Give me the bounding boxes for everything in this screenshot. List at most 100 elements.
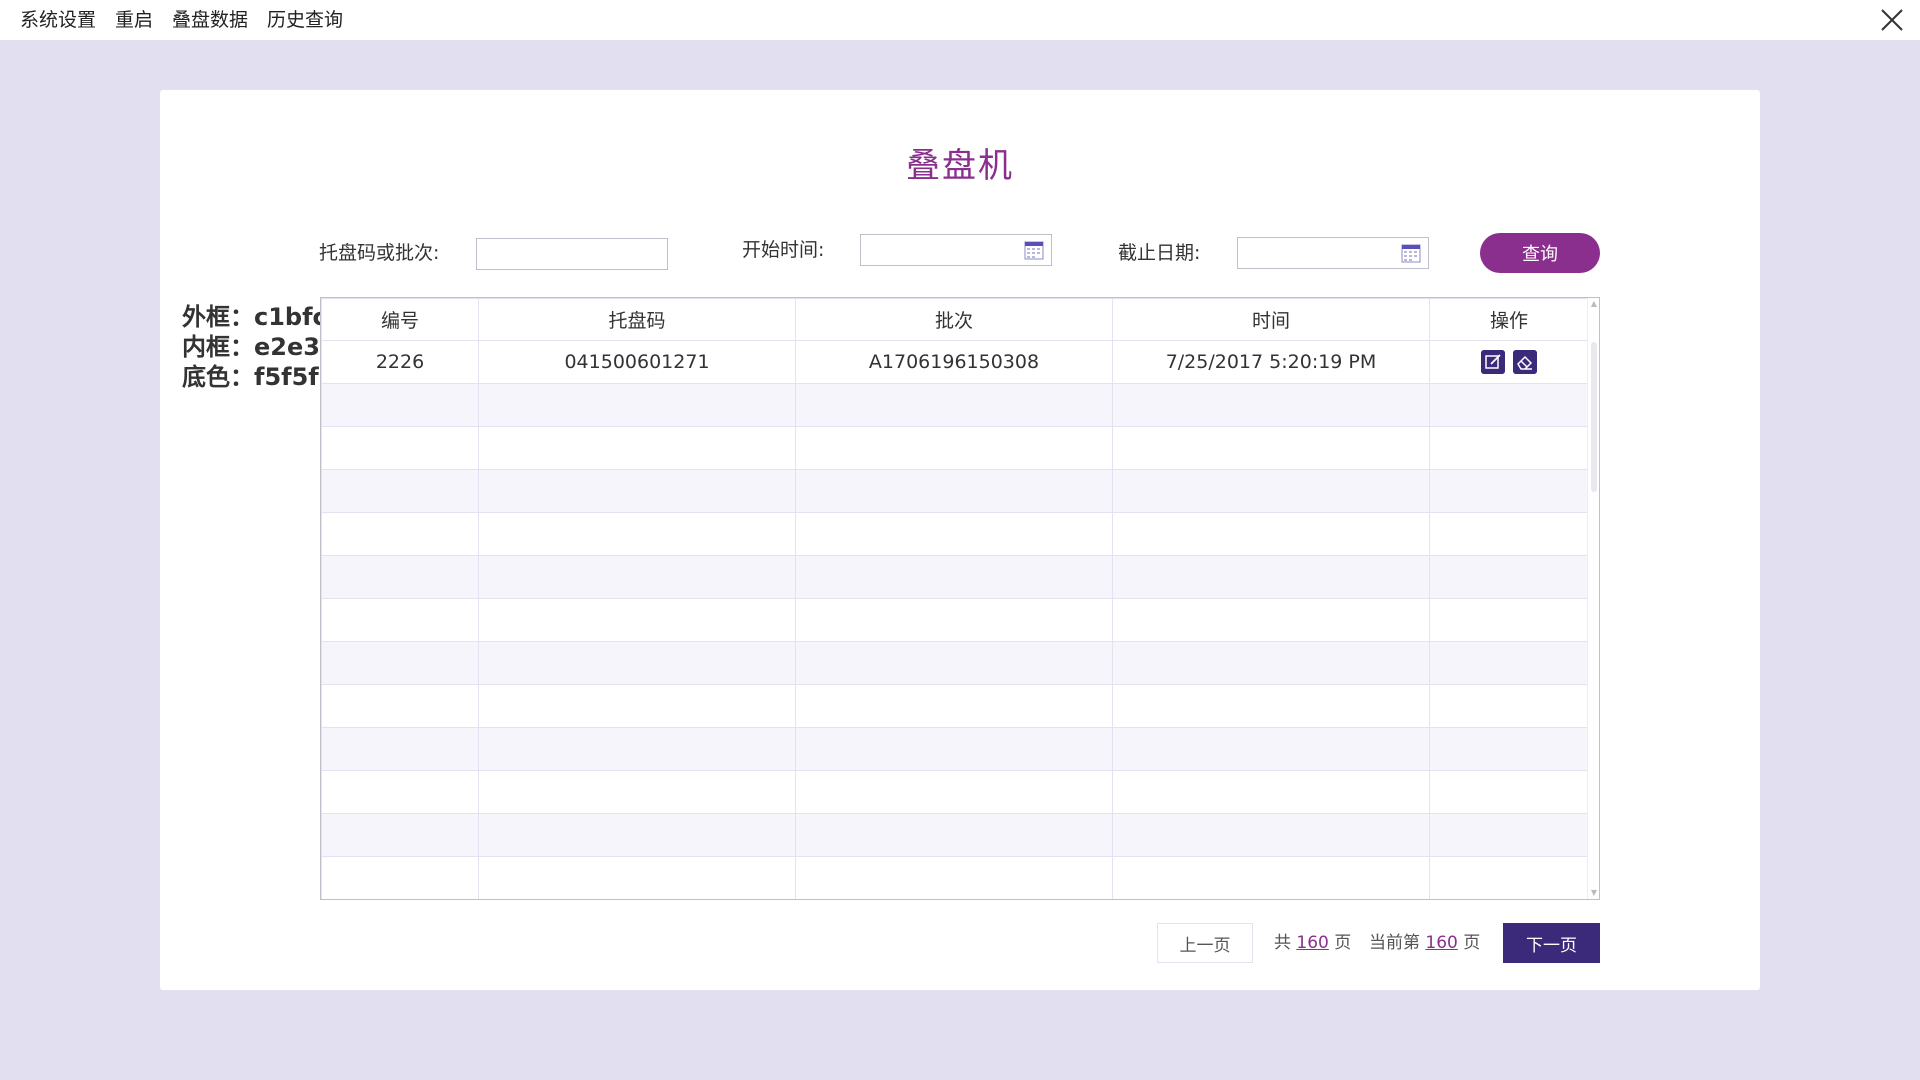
scroll-thumb[interactable]: [1591, 342, 1597, 492]
current-page-text: 当前第 160 页: [1369, 923, 1480, 963]
column-header-id[interactable]: 编号: [321, 298, 479, 341]
empty-cell: [321, 469, 479, 513]
table-header-row: 编号 托盘码 批次 时间 操作: [321, 298, 1589, 341]
empty-cell: [1112, 383, 1430, 427]
empty-cell: [321, 426, 479, 470]
table-row: [321, 426, 1589, 470]
calendar-icon[interactable]: [1024, 240, 1044, 260]
empty-cell: [1112, 770, 1430, 814]
total-suffix: 页: [1334, 933, 1352, 953]
table-row: [321, 383, 1589, 427]
empty-cell: [321, 727, 479, 771]
empty-cell: [478, 727, 796, 771]
empty-cell: [478, 598, 796, 642]
empty-cell: [795, 426, 1113, 470]
empty-cell: [321, 555, 479, 599]
table-row: [321, 469, 1589, 513]
next-page-button[interactable]: 下一页: [1503, 923, 1600, 963]
table-row: [321, 684, 1589, 728]
empty-cell: [321, 383, 479, 427]
query-button[interactable]: 查询: [1480, 233, 1600, 273]
pallet-or-batch-input[interactable]: [476, 238, 668, 270]
empty-cell: [795, 856, 1113, 899]
end-date-label: 截止日期:: [1118, 242, 1201, 264]
empty-cell: [321, 512, 479, 556]
table-row: [321, 856, 1589, 899]
empty-cell: [1429, 684, 1589, 728]
empty-cell: [795, 813, 1113, 857]
table-scrollbar[interactable]: ▲ ▼: [1587, 298, 1599, 899]
edit-icon[interactable]: [1481, 350, 1505, 374]
empty-cell: [1112, 512, 1430, 556]
current-prefix: 当前第: [1369, 933, 1420, 953]
empty-cell: [478, 555, 796, 599]
empty-cell: [795, 727, 1113, 771]
prev-page-button[interactable]: 上一页: [1157, 923, 1253, 963]
table-row: [321, 598, 1589, 642]
empty-cell: [1429, 813, 1589, 857]
menu-item-history-query[interactable]: 历史查询: [267, 0, 343, 40]
menu-item-stack-data[interactable]: 叠盘数据: [172, 0, 248, 40]
empty-cell: [1112, 426, 1430, 470]
cell-time: 7/25/2017 5:20:19 PM: [1112, 340, 1430, 384]
empty-cell: [1112, 598, 1430, 642]
column-header-batch[interactable]: 批次: [795, 298, 1113, 341]
total-pages-value[interactable]: 160: [1296, 933, 1328, 953]
eraser-icon[interactable]: [1513, 350, 1537, 374]
empty-cell: [478, 426, 796, 470]
cell-id: 2226: [321, 340, 479, 384]
data-table-container: 编号 托盘码 批次 时间 操作 2226 041500601271 A17061…: [320, 297, 1600, 900]
menu-bar: 系统设置 重启 叠盘数据 历史查询: [0, 0, 1920, 40]
empty-cell: [795, 598, 1113, 642]
table-row: [321, 813, 1589, 857]
empty-cell: [1429, 641, 1589, 685]
empty-cell: [1429, 383, 1589, 427]
column-header-time[interactable]: 时间: [1112, 298, 1430, 341]
table-row: [321, 641, 1589, 685]
empty-cell: [1429, 426, 1589, 470]
cell-batch: A1706196150308: [795, 340, 1113, 384]
current-suffix: 页: [1463, 933, 1481, 953]
empty-cell: [795, 770, 1113, 814]
empty-cell: [795, 383, 1113, 427]
empty-cell: [795, 684, 1113, 728]
menu-item-restart[interactable]: 重启: [115, 0, 153, 40]
total-pages-text: 共 160 页: [1274, 923, 1351, 963]
empty-cell: [1429, 512, 1589, 556]
empty-cell: [1112, 641, 1430, 685]
table-row: [321, 727, 1589, 771]
empty-cell: [321, 770, 479, 814]
empty-cell: [1112, 555, 1430, 599]
empty-cell: [321, 598, 479, 642]
scroll-up-icon[interactable]: ▲: [1590, 300, 1598, 308]
main-panel: 叠盘机 托盘码或批次: 开始时间: 截止日期: 查询 外框：c1bfca 内框：…: [160, 90, 1760, 990]
empty-cell: [1112, 856, 1430, 899]
empty-cell: [478, 641, 796, 685]
pallet-filter-label: 托盘码或批次:: [319, 242, 440, 264]
empty-cell: [1429, 469, 1589, 513]
empty-cell: [1429, 770, 1589, 814]
empty-cell: [478, 512, 796, 556]
empty-cell: [321, 684, 479, 728]
empty-cell: [321, 813, 479, 857]
table-row: [321, 512, 1589, 556]
empty-cell: [478, 770, 796, 814]
empty-cell: [478, 383, 796, 427]
empty-cell: [795, 641, 1113, 685]
empty-cell: [1112, 813, 1430, 857]
calendar-icon[interactable]: [1401, 243, 1421, 263]
start-time-label: 开始时间:: [742, 239, 825, 261]
current-page-value[interactable]: 160: [1425, 933, 1457, 953]
empty-cell: [478, 813, 796, 857]
empty-cell: [1429, 727, 1589, 771]
table-row[interactable]: 2226 041500601271 A1706196150308 7/25/20…: [321, 340, 1589, 384]
data-table: 编号 托盘码 批次 时间 操作 2226 041500601271 A17061…: [321, 298, 1589, 899]
scroll-down-icon[interactable]: ▼: [1590, 889, 1598, 897]
column-header-pallet-code[interactable]: 托盘码: [478, 298, 796, 341]
empty-cell: [795, 555, 1113, 599]
close-icon[interactable]: [1878, 6, 1906, 34]
empty-cell: [1112, 469, 1430, 513]
column-header-actions: 操作: [1429, 298, 1589, 341]
empty-cell: [1429, 555, 1589, 599]
menu-item-system-settings[interactable]: 系统设置: [20, 0, 96, 40]
